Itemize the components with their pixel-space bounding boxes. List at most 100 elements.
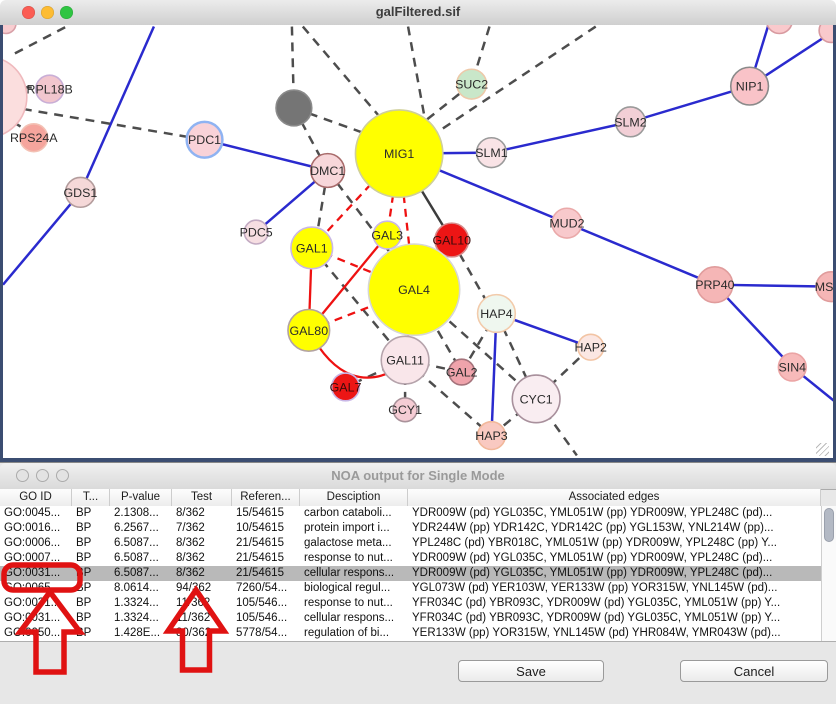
table-row-7[interactable]: GO:0031...BP1.3324...11/362105/546...cel… [0, 611, 821, 626]
column-header-0[interactable]: GO ID [0, 489, 72, 506]
table-cell[interactable]: 7260/54... [232, 581, 300, 596]
table-cell[interactable]: BP [72, 536, 110, 551]
table-cell[interactable]: 8/362 [172, 551, 232, 566]
table-cell[interactable]: 10/54615 [232, 521, 300, 536]
node-cut-top-mid[interactable] [766, 25, 792, 34]
table-cell[interactable]: 105/546... [232, 611, 300, 626]
table-row-8[interactable]: GO:0050...BP1.428E...80/3625778/54...reg… [0, 626, 821, 641]
graph-edge-dashed[interactable] [408, 27, 424, 114]
save-button[interactable]: Save [458, 660, 604, 682]
table-cell[interactable]: GO:0031... [0, 596, 72, 611]
table-row-5[interactable]: GO:0065...BP8.0614...94/3627260/54...bio… [0, 581, 821, 596]
table-row-0[interactable]: GO:0045...BP2.1308...8/36215/54615carbon… [0, 506, 821, 521]
table-cell[interactable]: carbon cataboli... [300, 506, 408, 521]
scrollbar-thumb[interactable] [824, 508, 834, 542]
node-label-GAL80: GAL80 [289, 324, 328, 338]
table-cell[interactable]: GO:0016... [0, 521, 72, 536]
table-cell[interactable]: YDR009W (pd) YGL035C, YML051W (pp) YDR00… [408, 566, 821, 581]
table-row-4[interactable]: GO:0031...BP6.5087...8/36221/54615cellul… [0, 566, 821, 581]
table-cell[interactable]: 11/362 [172, 596, 232, 611]
table-cell[interactable]: GO:0006... [0, 536, 72, 551]
table-cell[interactable]: 21/54615 [232, 566, 300, 581]
node-big-left[interactable] [3, 56, 27, 137]
graph-edge-blue[interactable] [80, 27, 153, 193]
table-cell[interactable]: 11/362 [172, 611, 232, 626]
table-cell[interactable]: cellular respons... [300, 566, 408, 581]
table-cell[interactable]: YGL073W (pd) YER103W, YER133W (pp) YOR31… [408, 581, 821, 596]
table-cell[interactable]: 8/362 [172, 506, 232, 521]
cancel-button[interactable]: Cancel [680, 660, 828, 682]
graph-window-titlebar[interactable]: galFiltered.sif [0, 0, 836, 26]
table-cell[interactable]: YFR034C (pd) YBR093C, YDR009W (pd) YGL03… [408, 611, 821, 626]
table-cell[interactable]: protein import i... [300, 521, 408, 536]
table-cell[interactable]: BP [72, 626, 110, 641]
network-graph[interactable]: RPL18BRPS24AGDS1PDC1DMC1MIG1SUC2SLM1SLM2… [3, 25, 833, 458]
column-header-2[interactable]: P-value [110, 489, 172, 506]
table-scrollbar[interactable] [821, 506, 836, 641]
node-gray-node[interactable] [276, 90, 312, 126]
table-cell[interactable]: BP [72, 566, 110, 581]
table-cell[interactable]: 1.428E... [110, 626, 172, 641]
table-cell[interactable]: 6.5087... [110, 551, 172, 566]
table-cell[interactable]: 8/362 [172, 566, 232, 581]
table-cell[interactable]: YER133W (pp) YOR315W, YNL145W (pd) YHR08… [408, 626, 821, 641]
table-cell[interactable]: BP [72, 611, 110, 626]
column-header-5[interactable]: Desciption [300, 489, 408, 506]
table-cell[interactable]: GO:0045... [0, 506, 72, 521]
network-canvas[interactable]: RPL18BRPS24AGDS1PDC1DMC1MIG1SUC2SLM1SLM2… [0, 25, 836, 462]
table-cell[interactable]: 1.3324... [110, 611, 172, 626]
table-cell[interactable]: BP [72, 581, 110, 596]
table-cell[interactable]: GO:0031... [0, 566, 72, 581]
table-cell[interactable]: BP [72, 506, 110, 521]
column-header-4[interactable]: Referen... [232, 489, 300, 506]
graph-edge-blue[interactable] [3, 192, 80, 284]
table-cell[interactable]: GO:0050... [0, 626, 72, 641]
table-cell[interactable]: YPL248C (pd) YBR018C, YML051W (pp) YDR00… [408, 536, 821, 551]
table-cell[interactable]: response to nut... [300, 596, 408, 611]
table-row-3[interactable]: GO:0007...BP6.5087...8/36221/54615respon… [0, 551, 821, 566]
table-cell[interactable]: cellular respons... [300, 611, 408, 626]
table-cell[interactable]: 1.3324... [110, 596, 172, 611]
table-cell[interactable]: response to nut... [300, 551, 408, 566]
table-row-6[interactable]: GO:0031...BP1.3324...11/362105/546...res… [0, 596, 821, 611]
table-cell[interactable]: YDR009W (pd) YGL035C, YML051W (pp) YDR00… [408, 506, 821, 521]
column-header-6[interactable]: Associated edges [408, 489, 821, 506]
table-cell[interactable]: 6.5087... [110, 566, 172, 581]
table-cell[interactable]: 94/362 [172, 581, 232, 596]
graph-edge-blue[interactable] [491, 122, 630, 153]
table-cell[interactable]: 6.2567... [110, 521, 172, 536]
column-header-3[interactable]: Test [172, 489, 232, 506]
column-header-1[interactable]: T... [72, 489, 110, 506]
graph-edge-dashed[interactable] [15, 27, 67, 54]
table-cell[interactable]: biological regul... [300, 581, 408, 596]
table-cell[interactable]: GO:0065... [0, 581, 72, 596]
table-cell[interactable]: 7/362 [172, 521, 232, 536]
table-cell[interactable]: 8/362 [172, 536, 232, 551]
table-cell[interactable]: GO:0007... [0, 551, 72, 566]
table-cell[interactable]: regulation of bi... [300, 626, 408, 641]
table-cell[interactable]: YDR244W (pp) YDR142C, YDR142C (pp) YGL15… [408, 521, 821, 536]
table-cell[interactable]: 80/362 [172, 626, 232, 641]
table-cell[interactable]: BP [72, 551, 110, 566]
graph-edge-blue[interactable] [567, 223, 715, 285]
table-cell[interactable]: 5778/54... [232, 626, 300, 641]
table-cell[interactable]: BP [72, 521, 110, 536]
table-cell[interactable]: YDR009W (pd) YGL035C, YML051W (pp) YDR00… [408, 551, 821, 566]
table-cell[interactable]: 105/546... [232, 596, 300, 611]
table-cell[interactable]: 8.0614... [110, 581, 172, 596]
table-cell[interactable]: BP [72, 596, 110, 611]
noa-window-titlebar[interactable]: NOA output for Single Mode [0, 463, 836, 490]
table-cell[interactable]: galactose meta... [300, 536, 408, 551]
resize-grip-icon[interactable] [816, 443, 829, 456]
graph-edge-dashed[interactable] [303, 27, 382, 120]
table-cell[interactable]: 15/54615 [232, 506, 300, 521]
table-cell[interactable]: GO:0031... [0, 611, 72, 626]
table-cell[interactable]: YFR034C (pd) YBR093C, YDR009W (pd) YGL03… [408, 596, 821, 611]
table-cell[interactable]: 21/54615 [232, 536, 300, 551]
table-row-1[interactable]: GO:0016...BP6.2567...7/36210/54615protei… [0, 521, 821, 536]
table-cell[interactable]: 6.5087... [110, 536, 172, 551]
table-cell[interactable]: 21/54615 [232, 551, 300, 566]
table-cell[interactable]: 2.1308... [110, 506, 172, 521]
table-row-2[interactable]: GO:0006...BP6.5087...8/36221/54615galact… [0, 536, 821, 551]
node-cut-top-left[interactable] [3, 25, 16, 34]
